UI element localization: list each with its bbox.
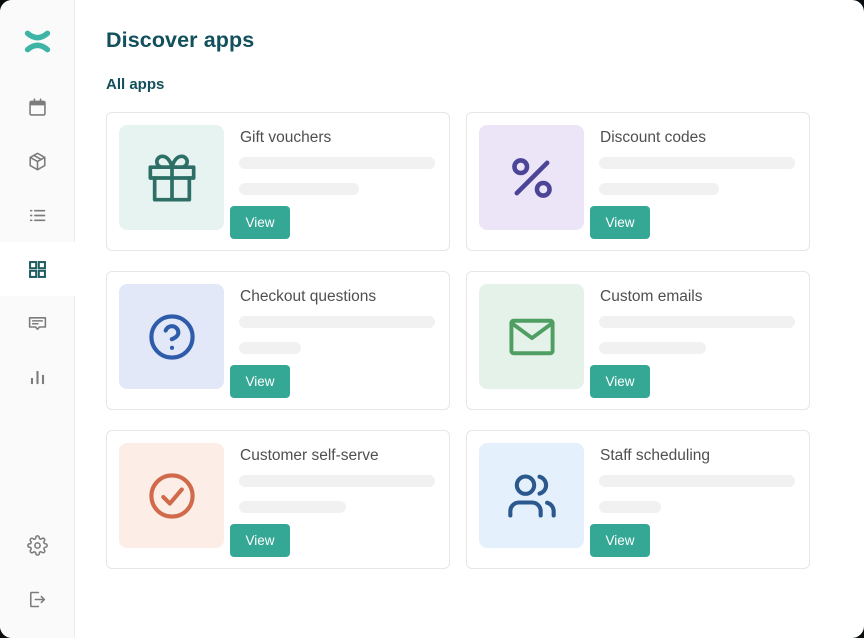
logout-icon [27,589,48,610]
list-icon [27,205,48,226]
app-card: Checkout questions View [106,271,450,410]
sidebar-item-lists[interactable] [0,188,75,242]
help-circle-icon [146,311,198,363]
view-button[interactable]: View [590,206,650,239]
placeholder-bar [599,501,661,513]
gear-icon [27,535,48,556]
placeholder-bar [599,157,795,169]
sidebar [0,0,75,638]
app-card-title: Custom emails [600,287,703,307]
app-icon-tile [119,125,224,230]
sidebar-item-settings[interactable] [0,518,75,572]
view-button[interactable]: View [230,524,290,557]
section-label: All apps [106,76,864,93]
placeholder-bar [239,183,359,195]
app-card-title: Checkout questions [240,287,376,307]
mail-icon [506,311,558,363]
placeholder-bar [239,342,301,354]
message-icon [27,313,48,334]
app-icon-tile [479,284,584,389]
package-icon [27,151,48,172]
app-card-title: Gift vouchers [240,128,331,148]
view-button[interactable]: View [590,365,650,398]
placeholder-bar [239,316,435,328]
sidebar-item-calendar[interactable] [0,80,75,134]
app-card-title: Staff scheduling [600,446,710,466]
users-icon [506,470,558,522]
calendar-icon [27,97,48,118]
sidebar-item-products[interactable] [0,134,75,188]
percent-icon [506,152,558,204]
placeholder-bar [599,316,795,328]
placeholder-bar [239,501,346,513]
app-card: Staff scheduling View [466,430,810,569]
placeholder-bar [599,183,719,195]
app-card: Customer self-serve View [106,430,450,569]
sidebar-item-reports[interactable] [0,350,75,404]
main-content: Discover apps All apps Gift vouchers [75,0,864,638]
sidebar-item-apps[interactable] [0,242,75,296]
page-title: Discover apps [106,28,864,53]
sidebar-item-messages[interactable] [0,296,75,350]
app-card: Discount codes View [466,112,810,251]
app-icon-tile [119,443,224,548]
app-icon-tile [479,443,584,548]
brand-x-logo-icon[interactable] [0,24,75,58]
app-card: Custom emails View [466,271,810,410]
placeholder-bar [239,475,435,487]
view-button[interactable]: View [590,524,650,557]
app-card-title: Customer self-serve [240,446,379,466]
app-icon-tile [479,125,584,230]
sidebar-item-logout[interactable] [0,572,75,626]
app-card-title: Discount codes [600,128,706,148]
gift-icon [146,152,198,204]
bar-chart-icon [27,367,48,388]
app-window: Discover apps All apps Gift vouchers [0,0,864,638]
placeholder-bar [239,157,435,169]
grid-icon [27,259,48,280]
app-card: Gift vouchers View [106,112,450,251]
placeholder-bar [599,475,795,487]
view-button[interactable]: View [230,206,290,239]
placeholder-bar [599,342,706,354]
check-circle-icon [146,470,198,522]
apps-grid: Gift vouchers View Discount codes [106,112,864,569]
app-icon-tile [119,284,224,389]
view-button[interactable]: View [230,365,290,398]
